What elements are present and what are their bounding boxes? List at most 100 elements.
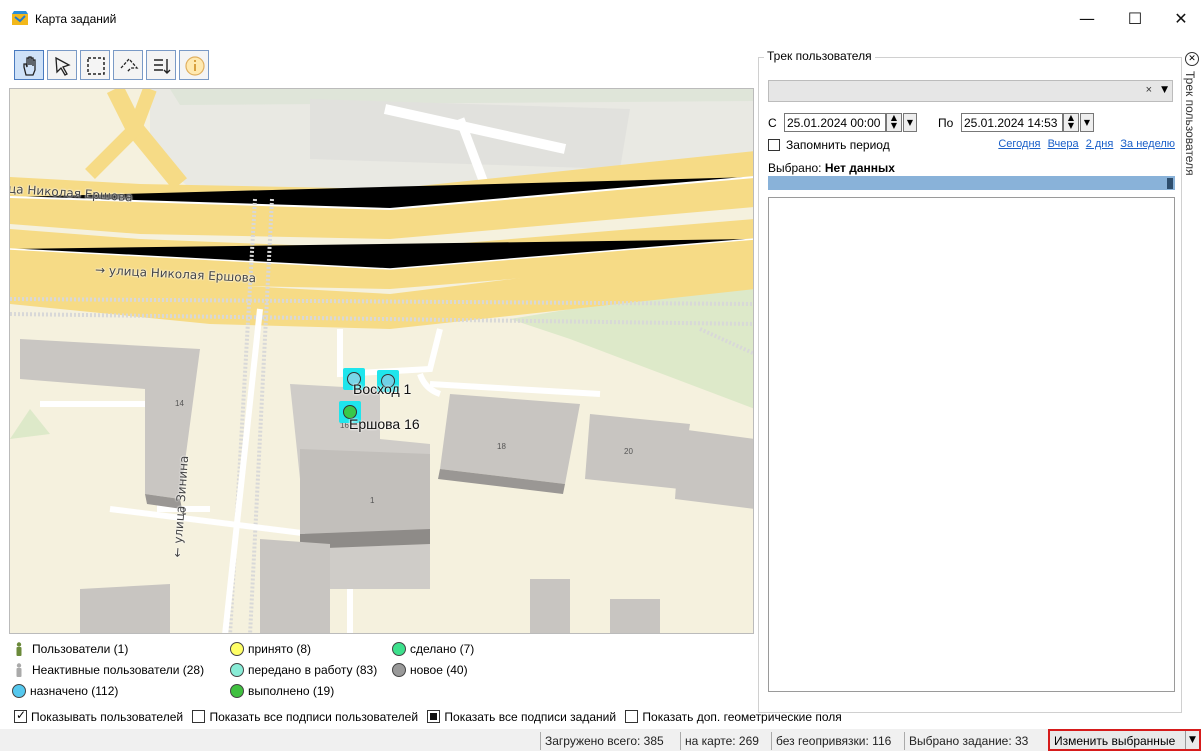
map-legend: Пользователи (1) Неактивные пользователи…	[12, 642, 754, 706]
rect-select-icon	[87, 57, 105, 75]
legend-new-label: новое (40)	[410, 663, 468, 677]
legend-users: Пользователи (1)	[14, 642, 128, 660]
show-all-task-labels-checkbox[interactable]	[427, 710, 441, 723]
pointer-tool-button[interactable]	[47, 50, 77, 80]
legend-users-label: Пользователи (1)	[32, 642, 129, 656]
rect-select-tool-button[interactable]	[80, 50, 110, 80]
status-on-map: на карте: 269	[680, 732, 763, 750]
done-swatch	[392, 642, 406, 656]
legend-inactive-users: Неактивные пользователи (28)	[14, 663, 204, 681]
sort-tool-button[interactable]	[146, 50, 176, 80]
to-calendar-dropdown[interactable]: ▼	[1080, 113, 1094, 132]
legend-completed-label: выполнено (19)	[248, 684, 335, 698]
show-all-user-labels-label: Показать все подписи пользователей	[209, 710, 419, 724]
new-swatch	[392, 663, 406, 677]
show-all-user-labels-option[interactable]: Показать все подписи пользователей	[192, 710, 418, 724]
building-number: 2	[182, 507, 187, 516]
app-icon	[12, 11, 28, 25]
marker-label-ershova: Ершова 16	[349, 416, 420, 432]
from-spinner[interactable]: ▲ ▼	[886, 113, 902, 132]
track-progress-bar[interactable]	[768, 176, 1175, 190]
link-2-days[interactable]: 2 дня	[1086, 138, 1114, 150]
show-all-user-labels-checkbox[interactable]	[192, 710, 206, 723]
status-loaded: Загружено всего: 385	[540, 732, 668, 750]
pointer-arrow-icon	[55, 56, 71, 76]
info-tool-button[interactable]	[179, 50, 209, 80]
track-panel-title: Трек пользователя	[764, 49, 875, 63]
inactive-user-icon	[16, 663, 22, 677]
chevron-down-icon[interactable]: ▼	[1185, 731, 1199, 749]
to-date-input[interactable]: 25.01.2024 14:53	[961, 113, 1063, 132]
legend-accepted-label: принято (8)	[248, 642, 312, 656]
quick-period-links: Сегодня Вчера 2 дня За неделю	[994, 138, 1175, 150]
legend-in-work-label: передано в работу (83)	[248, 663, 378, 677]
close-icon[interactable]: ✕	[1185, 52, 1199, 66]
accepted-swatch	[230, 642, 244, 656]
show-all-task-labels-option[interactable]: Показать все подписи заданий	[427, 710, 616, 724]
show-geo-fields-checkbox[interactable]	[625, 710, 639, 723]
status-no-geo: без геопривязки: 116	[771, 732, 895, 750]
legend-accepted: принято (8)	[230, 642, 311, 660]
window-title: Карта заданий	[35, 12, 117, 26]
status-selected-task: Выбрано задание: 33	[904, 732, 1032, 750]
legend-in-work: передано в работу (83)	[230, 663, 377, 681]
user-track-panel: Трек пользователя × ▼ С 25.01.2024 00:00…	[758, 49, 1183, 713]
selected-prefix: Выбрано:	[768, 161, 822, 175]
title-bar: Карта заданий — ☐ ✕	[0, 0, 1201, 38]
building-number: 18	[497, 442, 506, 451]
from-calendar-dropdown[interactable]: ▼	[903, 113, 917, 132]
legend-done: сделано (7)	[392, 642, 474, 660]
legend-new: новое (40)	[392, 663, 468, 681]
to-spinner[interactable]: ▲ ▼	[1063, 113, 1079, 132]
legend-done-label: сделано (7)	[410, 642, 475, 656]
maximize-button[interactable]: ☐	[1120, 10, 1150, 28]
hand-tool-button[interactable]	[14, 50, 44, 80]
show-users-label: Показывать пользователей	[31, 710, 184, 724]
change-selected-button[interactable]: Изменить выбранные ▼	[1048, 729, 1201, 751]
from-label: С	[768, 116, 777, 130]
chevron-down-icon[interactable]: ▼	[1161, 85, 1168, 95]
progress-handle[interactable]	[1167, 178, 1173, 189]
selected-info: Выбрано: Нет данных	[768, 161, 895, 175]
side-tab-label: Трек пользователя	[1183, 71, 1197, 176]
assigned-swatch	[12, 684, 26, 698]
selected-value: Нет данных	[824, 161, 895, 175]
show-users-checkbox[interactable]	[14, 708, 27, 723]
marker-label-voshod: Восход 1	[353, 381, 412, 397]
map-options: Показывать пользователей Показать все по…	[14, 708, 848, 726]
remember-period-checkbox[interactable]	[768, 139, 780, 151]
legend-completed: выполнено (19)	[230, 684, 334, 702]
close-button[interactable]: ✕	[1166, 10, 1196, 28]
lasso-select-tool-button[interactable]	[113, 50, 143, 80]
building-number: 14	[175, 399, 184, 408]
link-yesterday[interactable]: Вчера	[1048, 138, 1079, 150]
task-map[interactable]: ца Николая Ершова → улица Николая Ершова…	[9, 88, 754, 634]
track-side-tab[interactable]: ✕ Трек пользователя	[1183, 49, 1201, 219]
show-users-option[interactable]: Показывать пользователей	[14, 708, 184, 724]
remember-period-option[interactable]: Запомнить период	[768, 138, 890, 152]
remember-period-label: Запомнить период	[786, 138, 890, 152]
track-list[interactable]	[768, 197, 1175, 692]
user-select-combo[interactable]: × ▼	[768, 80, 1173, 102]
building-number: 20	[624, 447, 633, 456]
completed-swatch	[230, 684, 244, 698]
from-date-input[interactable]: 25.01.2024 00:00	[784, 113, 886, 132]
link-today[interactable]: Сегодня	[998, 138, 1040, 150]
show-all-task-labels-label: Показать все подписи заданий	[444, 710, 617, 724]
user-icon	[16, 642, 22, 656]
hand-icon	[23, 56, 36, 76]
lasso-icon	[120, 58, 139, 73]
status-bar: Загружено всего: 385 на карте: 269 без г…	[0, 729, 1201, 751]
to-label: По	[938, 116, 954, 130]
in-work-swatch	[230, 663, 244, 677]
map-background	[10, 89, 753, 633]
minimize-button[interactable]: —	[1072, 10, 1102, 28]
clear-icon[interactable]: ×	[1146, 84, 1152, 96]
legend-assigned: назначено (112)	[12, 684, 118, 702]
period-row: С 25.01.2024 00:00 ▲ ▼ ▼ По 25.01.2024 14…	[768, 113, 1183, 133]
sort-down-icon	[154, 59, 171, 74]
building-number: 1	[370, 496, 375, 505]
info-icon	[185, 56, 205, 76]
change-selected-label: Изменить выбранные	[1054, 734, 1176, 748]
link-week[interactable]: За неделю	[1120, 138, 1175, 150]
